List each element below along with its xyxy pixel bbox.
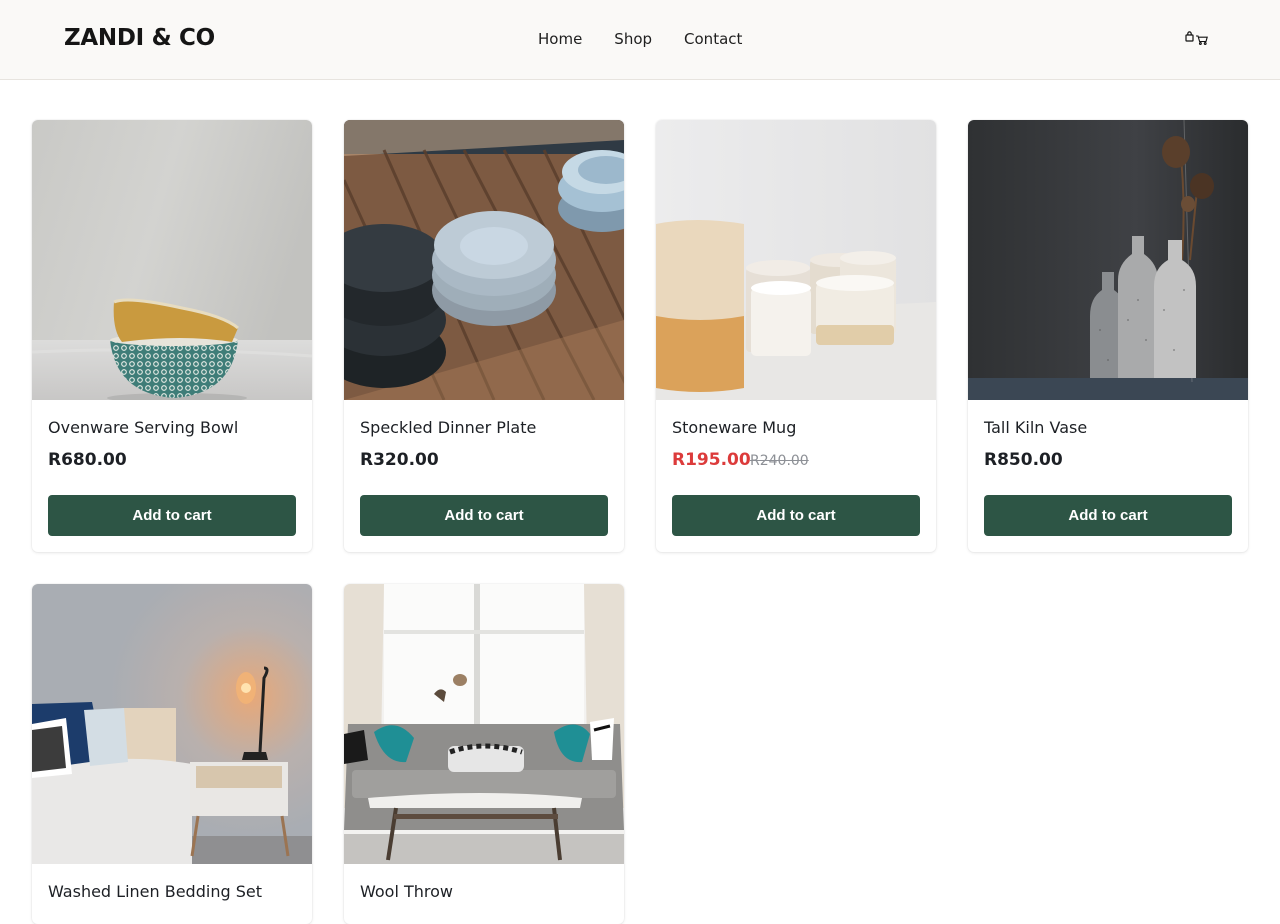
product-name[interactable]: Ovenware Serving Bowl <box>48 418 238 437</box>
product-name[interactable]: Tall Kiln Vase <box>984 418 1087 437</box>
original-price: R240.00 <box>750 453 809 469</box>
brand-logo[interactable]: ZANDI & CO <box>64 25 215 51</box>
cart-link[interactable] <box>1184 30 1210 46</box>
product-card: Wool Throw <box>344 584 624 924</box>
product-card: Tall Kiln Vase R850.00 Add to cart <box>968 120 1248 552</box>
product-image-bowl[interactable] <box>32 120 312 400</box>
product-price: R850.00 <box>984 450 1063 470</box>
product-card: Ovenware Serving Bowl R680.00 Add to car… <box>32 120 312 552</box>
main-nav: Home Shop Contact <box>538 30 742 48</box>
product-card: Stoneware Mug R195.00 R240.00 Add to car… <box>656 120 936 552</box>
product-name[interactable]: Speckled Dinner Plate <box>360 418 536 437</box>
product-image-throw[interactable] <box>344 584 624 864</box>
product-image-mug[interactable] <box>656 120 936 400</box>
product-name[interactable]: Stoneware Mug <box>672 418 796 437</box>
product-card: Washed Linen Bedding Set <box>32 584 312 924</box>
product-price: R320.00 <box>360 450 439 470</box>
product-image-bedding[interactable] <box>32 584 312 864</box>
product-image-plate[interactable] <box>344 120 624 400</box>
product-name[interactable]: Washed Linen Bedding Set <box>48 882 262 901</box>
nav-shop[interactable]: Shop <box>614 30 652 48</box>
site-header: ZANDI & CO Home Shop Contact <box>0 0 1280 80</box>
product-price: R680.00 <box>48 450 127 470</box>
nav-home[interactable]: Home <box>538 30 582 48</box>
nav-contact[interactable]: Contact <box>684 30 742 48</box>
sale-price: R195.00 <box>672 450 751 470</box>
add-to-cart-button[interactable]: Add to cart <box>360 495 608 536</box>
cart-icon <box>1196 35 1208 45</box>
bag-icon <box>1185 31 1194 42</box>
add-to-cart-button[interactable]: Add to cart <box>48 495 296 536</box>
product-card: Speckled Dinner Plate R320.00 Add to car… <box>344 120 624 552</box>
add-to-cart-button[interactable]: Add to cart <box>984 495 1232 536</box>
product-image-vase[interactable] <box>968 120 1248 400</box>
add-to-cart-button[interactable]: Add to cart <box>672 495 920 536</box>
product-name[interactable]: Wool Throw <box>360 882 453 901</box>
